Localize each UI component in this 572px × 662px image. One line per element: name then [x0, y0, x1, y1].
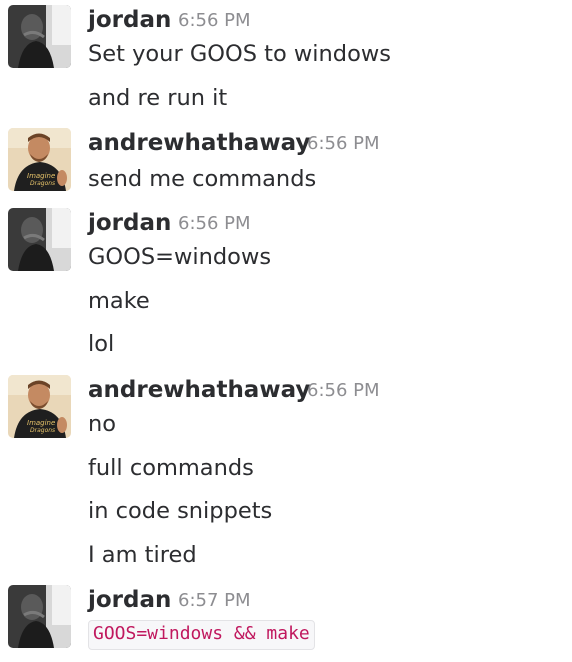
avatar-andrewhathaway[interactable]: Imagine Dragons — [8, 375, 71, 438]
avatar-jordan[interactable] — [8, 208, 71, 271]
message-text: lol — [88, 331, 115, 357]
message-text: GOOS=windows — [88, 244, 272, 270]
message-text: full commands — [88, 455, 254, 481]
code-snippet: GOOS=windows && make — [88, 620, 315, 650]
svg-text:Imagine: Imagine — [27, 172, 55, 180]
svg-text:Dragons: Dragons — [30, 180, 55, 187]
avatar-jordan[interactable] — [8, 585, 71, 648]
message-text: send me commands — [88, 166, 317, 192]
message-text: Set your GOOS to windows — [88, 41, 391, 67]
timestamp[interactable]: 6:56 PM — [307, 135, 380, 153]
svg-text:Imagine: Imagine — [27, 419, 55, 427]
timestamp[interactable]: 6:57 PM — [178, 592, 251, 610]
message-text: and re run it — [88, 85, 228, 111]
message-text: in code snippets — [88, 498, 273, 524]
author-name[interactable]: andrewhathaway — [88, 132, 310, 155]
author-name[interactable]: andrewhathaway — [88, 379, 310, 402]
message-text: I am tired — [88, 542, 197, 568]
avatar-andrewhathaway[interactable]: Imagine Dragons — [8, 128, 71, 191]
author-name[interactable]: jordan — [88, 589, 171, 612]
author-name[interactable]: jordan — [88, 9, 171, 32]
timestamp[interactable]: 6:56 PM — [178, 12, 251, 30]
message-text: make — [88, 288, 150, 314]
avatar-jordan[interactable] — [8, 5, 71, 68]
author-name[interactable]: jordan — [88, 212, 171, 235]
svg-text:Dragons: Dragons — [30, 427, 55, 434]
message-text: no — [88, 411, 117, 437]
timestamp[interactable]: 6:56 PM — [307, 382, 380, 400]
timestamp[interactable]: 6:56 PM — [178, 215, 251, 233]
